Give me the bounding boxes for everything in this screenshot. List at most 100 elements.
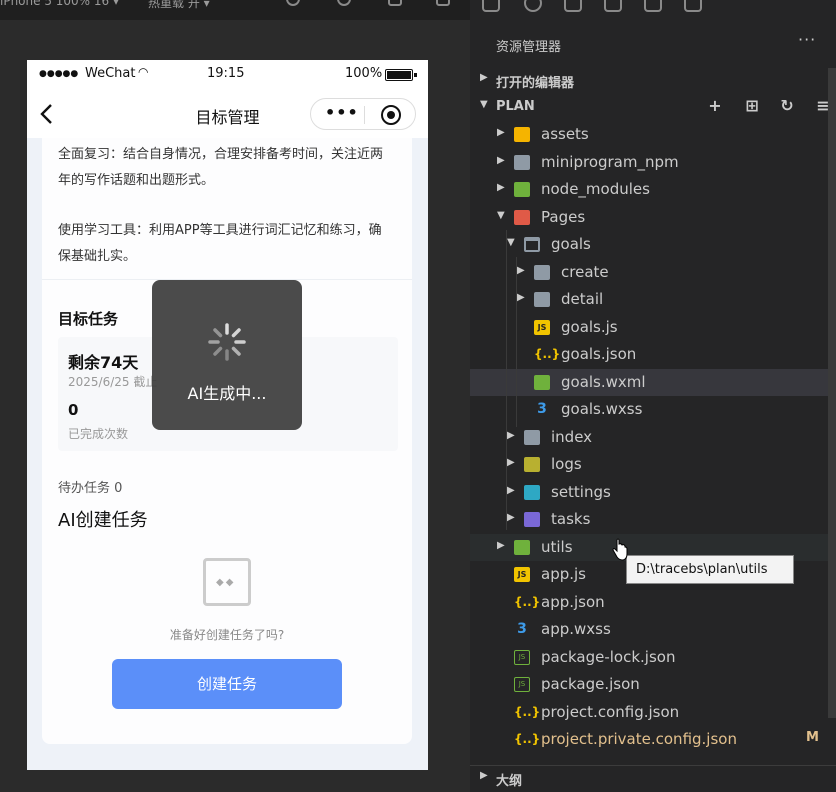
tree-item-node-modules[interactable]: ▶ node_modules: [470, 176, 836, 203]
activity-bar: [470, 0, 836, 20]
tree-item-project-config-json[interactable]: {..} project.config.json: [470, 699, 836, 726]
tree-item-app-wxss[interactable]: 3 app.wxss: [470, 616, 836, 643]
tree-item-goals-wxml[interactable]: goals.wxml: [470, 368, 836, 396]
new-file-icon[interactable]: +: [706, 97, 724, 115]
window-icon[interactable]: [436, 0, 450, 6]
device-selector[interactable]: iPhone 5 100% 16 ▾: [0, 0, 119, 8]
json-file-icon: {..}: [534, 347, 561, 361]
search-icon[interactable]: [524, 0, 542, 12]
tree-item-detail[interactable]: ▶ detail: [470, 286, 836, 313]
tree-item-label: goals: [551, 235, 591, 253]
tree-item-label: create: [561, 262, 609, 281]
tree-item-miniprogram-npm[interactable]: ▶ miniprogram_npm: [470, 149, 836, 176]
chevron-right-icon: ▶: [480, 770, 488, 781]
tree-item-pages[interactable]: ▼ Pages: [470, 204, 836, 231]
chevron-right-icon: ▶: [497, 127, 505, 138]
tree-item-index[interactable]: ▶ index: [470, 424, 836, 451]
wxml-file-icon: [534, 374, 550, 390]
tree-item-label: app.js: [541, 565, 586, 583]
capsule-divider: [364, 106, 365, 124]
empty-state-icon: ◆◆: [203, 558, 251, 606]
tree-item-label: goals.wxss: [561, 400, 643, 418]
tree-item-goals[interactable]: ▼ goals: [470, 231, 836, 258]
logs-folder-icon: [524, 457, 540, 472]
status-time: 19:15: [207, 66, 245, 81]
wxss-file-icon: 3: [537, 401, 547, 417]
stop-icon[interactable]: [337, 0, 351, 6]
explorer-scrollbar[interactable]: [828, 68, 836, 718]
tree-item-goals-wxss[interactable]: 3 goals.wxss: [470, 396, 836, 423]
source-control-icon[interactable]: [564, 0, 582, 12]
more-icon[interactable]: •••: [325, 103, 359, 122]
pages-folder-icon: [514, 209, 530, 225]
folder-icon: [524, 429, 540, 445]
chevron-right-icon: ▶: [497, 182, 505, 193]
outline-header[interactable]: ▶ 大纲: [470, 765, 836, 789]
battery-icon: [385, 69, 417, 81]
settings-folder-icon: [524, 484, 540, 500]
back-arrow-icon[interactable]: [37, 103, 57, 125]
create-task-button[interactable]: 创建任务: [112, 659, 342, 709]
tree-item-label: logs: [551, 455, 582, 473]
folder-open-icon: [524, 237, 540, 252]
explorer-panel: 资源管理器 ··· ▶ 打开的编辑器 ▼ PLAN + ⊞ ↻ ≡ ▶ asset…: [470, 0, 836, 792]
tree-item-label: utils: [541, 537, 573, 556]
simulator-toolbar: iPhone 5 100% 16 ▾ 热重载 开 ▾: [0, 0, 470, 20]
project-header[interactable]: ▼ PLAN + ⊞ ↻ ≡: [470, 95, 836, 119]
tree-item-label: app.wxss: [541, 620, 611, 638]
docker-icon[interactable]: [684, 0, 702, 12]
chevron-right-icon: ▶: [507, 457, 515, 468]
tree-item-label: project.config.json: [541, 702, 680, 721]
tree-item-logs[interactable]: ▶ logs: [470, 451, 836, 478]
tree-item-app-json[interactable]: {..} app.json: [470, 589, 836, 616]
tasks-folder-icon: [524, 512, 540, 527]
phone-icon[interactable]: [388, 0, 402, 6]
refresh-icon[interactable]: ↻: [778, 97, 796, 115]
tree-item-package-lock-json[interactable]: JS package-lock.json: [470, 644, 836, 671]
outline-label: 大纲: [496, 774, 523, 789]
tree-item-assets[interactable]: ▶ assets: [470, 121, 836, 148]
tip-paragraph: 使用学习工具：利用APP等工具进行词汇记忆和练习，确保基础扎实。: [58, 223, 382, 264]
goal-detail-card: 全面复习：结合自身情况，合理安排备考时间，关注近两年的写作话题和出题形式。 使用…: [42, 138, 412, 744]
tree-item-label: app.json: [541, 592, 605, 611]
folder-icon: [534, 264, 550, 280]
git-status-badge: M: [806, 730, 819, 745]
tree-item-label: assets: [541, 125, 589, 143]
tree-item-package-json[interactable]: JS package.json: [470, 671, 836, 698]
loading-toast: AI生成中...: [152, 280, 302, 430]
tree-item-project-private-config-json[interactable]: {..} project.private.config.json M: [470, 726, 836, 753]
close-miniprogram-icon[interactable]: [381, 105, 401, 125]
tree-item-tasks[interactable]: ▶ tasks: [470, 506, 836, 533]
tree-item-settings[interactable]: ▶ settings: [470, 479, 836, 506]
hot-reload-selector[interactable]: 热重载 开 ▾: [148, 0, 210, 11]
tree-item-label: miniprogram_npm: [541, 152, 679, 171]
capsule-menu: •••: [310, 98, 416, 130]
tree-item-goals-json[interactable]: {..} goals.json: [470, 341, 836, 368]
js-file-icon: JS: [514, 567, 530, 582]
tree-item-goals-js[interactable]: JS goals.js: [470, 314, 836, 341]
more-actions-icon[interactable]: ···: [798, 30, 816, 49]
open-editors-label: 打开的编辑器: [496, 76, 575, 91]
tree-item-label: project.private.config.json: [541, 730, 737, 748]
deadline-text: 2025/6/25 截止: [68, 375, 158, 389]
done-label: 已完成次数: [68, 427, 129, 441]
section-title: 目标任务: [58, 310, 119, 328]
refresh-icon[interactable]: [286, 0, 300, 6]
nav-bar: 目标管理 •••: [27, 90, 428, 138]
tree-item-create[interactable]: ▶ create: [470, 259, 836, 286]
new-folder-icon[interactable]: ⊞: [743, 97, 761, 115]
open-editors-header[interactable]: ▶ 打开的编辑器: [470, 68, 836, 92]
empty-state-text: 准备好创建任务了吗?: [169, 628, 285, 642]
extensions-icon[interactable]: [604, 0, 622, 12]
files-icon[interactable]: [482, 0, 500, 12]
chevron-down-icon: ▼: [507, 237, 515, 248]
debug-icon[interactable]: [644, 0, 662, 12]
tip-paragraph: 全面复习：结合自身情况，合理安排备考时间，关注近两年的写作话题和出题形式。: [58, 147, 384, 188]
remaining-days: 剩余74天: [68, 353, 139, 372]
signal-dots: ●●●●●: [39, 69, 79, 79]
package-json-icon: JS: [514, 677, 530, 692]
indent-guide: [506, 230, 507, 530]
simulator-panel: iPhone 5 100% 16 ▾ 热重载 开 ▾ ●●●●● WeChat …: [0, 0, 470, 792]
chevron-right-icon: ▶: [480, 72, 488, 83]
json-file-icon: {..}: [514, 732, 541, 746]
